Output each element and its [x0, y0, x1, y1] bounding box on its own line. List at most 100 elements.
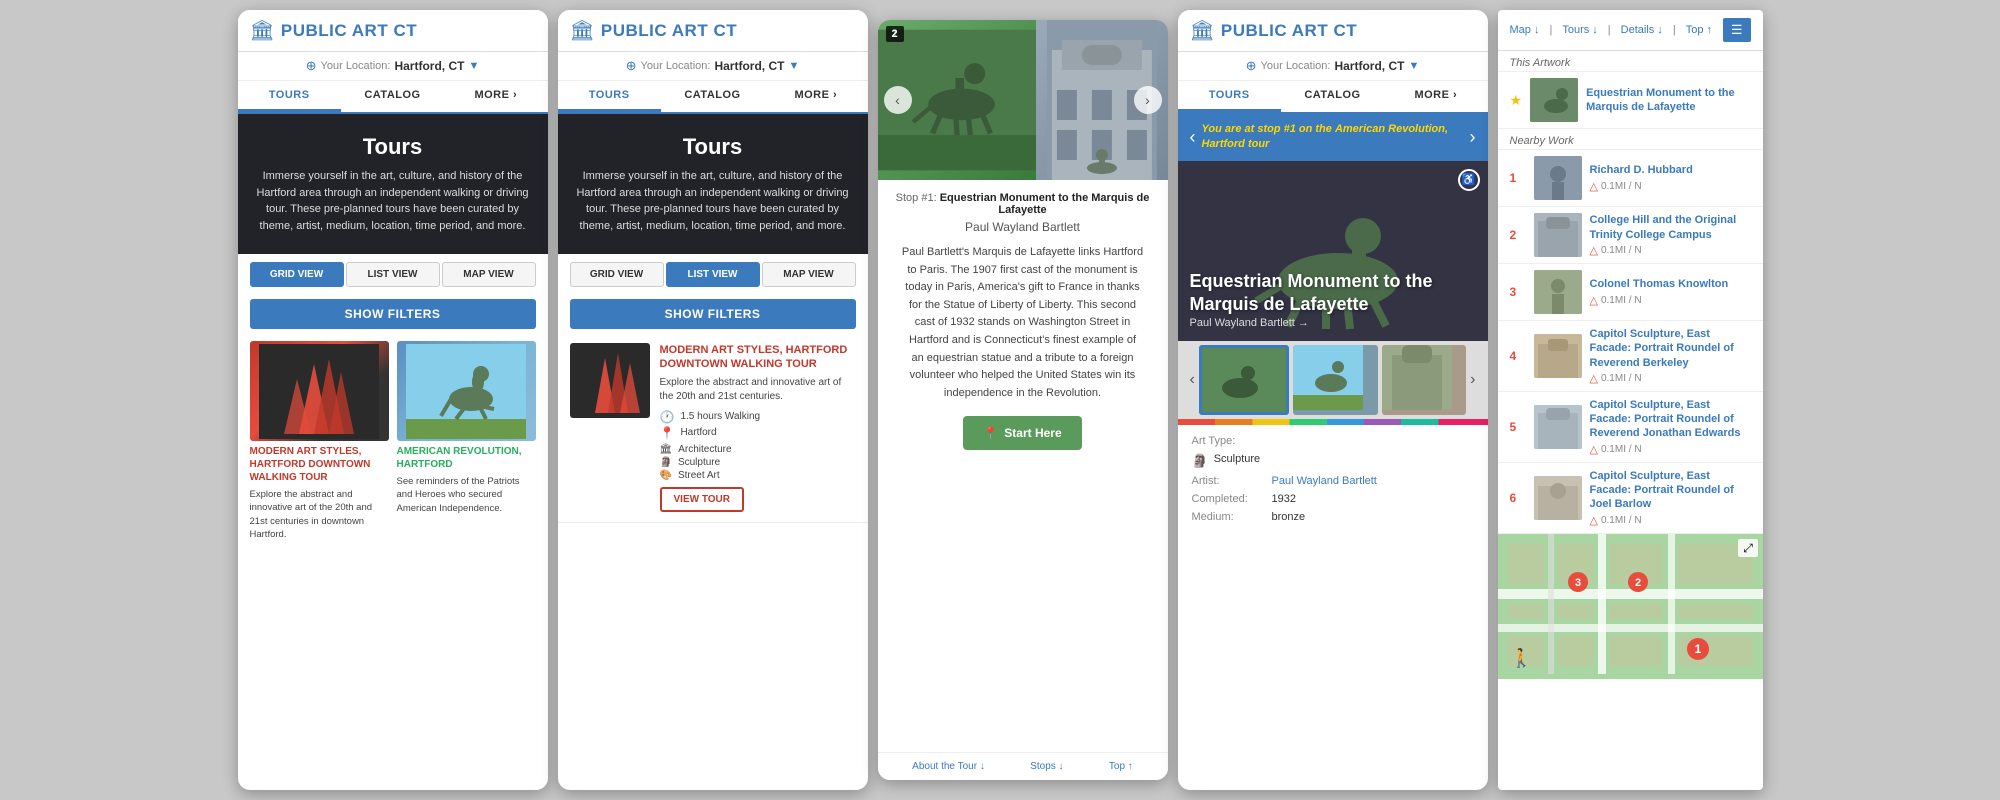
- app-logo-1: 🏛 PUBLIC ART CT: [250, 18, 418, 43]
- nav-more-4[interactable]: MORE ›: [1384, 81, 1487, 112]
- start-here-btn[interactable]: 📍 Start Here: [963, 416, 1081, 450]
- nearby-thumb-6: [1534, 476, 1582, 520]
- tour-banner-4: ‹ You are at stop #1 on the American Rev…: [1178, 114, 1488, 161]
- stop-content-scroll[interactable]: Stop #1: Equestrian Monument to the Marq…: [878, 180, 1168, 752]
- nearby-item-5[interactable]: 5 Capitol Sculpture, East Facade: Portra…: [1498, 392, 1763, 463]
- nearby-num-6: 6: [1510, 491, 1526, 505]
- tours-hero-desc-2: Immerse yourself in the art, culture, an…: [574, 168, 852, 234]
- thumb-next-btn[interactable]: ›: [1466, 371, 1479, 389]
- svg-text:⤢: ⤢: [1742, 541, 1753, 555]
- nearby-item-4[interactable]: 4 Capitol Sculpture, East Facade: Portra…: [1498, 321, 1763, 392]
- nav-catalog-2[interactable]: CATALOG: [661, 81, 764, 112]
- nearby-work-list[interactable]: 1 Richard D. Hubbard △ 0.1MI / N 2: [1498, 150, 1763, 790]
- logo-text-4: PUBLIC ART CT: [1221, 21, 1357, 41]
- panel-top-link[interactable]: Top ↑: [1686, 24, 1712, 36]
- stops-link[interactable]: Stops ↓: [1030, 761, 1063, 772]
- tours-hero-title-2: Tours: [574, 134, 852, 160]
- nearby-item-2[interactable]: 2 College Hill and the Original Trinity …: [1498, 207, 1763, 264]
- stop-nav-next[interactable]: ›: [1134, 86, 1162, 114]
- stop-bottom-nav: About the Tour ↓ Stops ↓ Top ↑: [878, 752, 1168, 780]
- completed-label: Completed:: [1192, 493, 1272, 505]
- nearby-item-6[interactable]: 6 Capitol Sculpture, East Facade: Portra…: [1498, 463, 1763, 534]
- medium-value: bronze: [1272, 511, 1306, 523]
- tour-card-2[interactable]: AMERICAN REVOLUTION, HARTFORD See remind…: [397, 341, 536, 541]
- nearby-title-6[interactable]: Capitol Sculpture, East Facade: Portrait…: [1590, 469, 1751, 512]
- list-tour-item-1[interactable]: MODERN ART STYLES, HARTFORD DOWNTOWN WAL…: [558, 333, 868, 523]
- nearby-info-4: Capitol Sculpture, East Facade: Portrait…: [1590, 327, 1751, 385]
- filter-btn-1[interactable]: SHOW FILTERS: [250, 299, 536, 329]
- nearby-title-1[interactable]: Richard D. Hubbard: [1590, 163, 1751, 177]
- tour-card-1[interactable]: MODERN ART STYLES, HARTFORD DOWNTOWN WAL…: [250, 341, 389, 541]
- panel-tours-link[interactable]: Tours ↓: [1562, 24, 1597, 36]
- art-type-label: Art Type:: [1192, 435, 1272, 447]
- dist-icon-1: △: [1590, 180, 1598, 193]
- category-streetart: 🎨 Street Art: [660, 470, 856, 481]
- thumb-prev-btn[interactable]: ‹: [1186, 371, 1199, 389]
- list-view-btn-2[interactable]: LIST VIEW: [666, 262, 760, 287]
- location-arrow-4[interactable]: ▼: [1408, 60, 1419, 72]
- tour-card-desc-1: Explore the abstract and innovative art …: [250, 488, 389, 541]
- list-view-btn-1[interactable]: LIST VIEW: [346, 262, 440, 287]
- panel-menu-btn[interactable]: ☰: [1723, 18, 1751, 42]
- logo-icon-2: 🏛: [570, 18, 595, 43]
- nearby-title-5[interactable]: Capitol Sculpture, East Facade: Portrait…: [1590, 398, 1751, 441]
- artwork-detail-artist: Paul Wayland Bartlett →: [1190, 317, 1476, 329]
- tour-banner-next[interactable]: ›: [1470, 127, 1476, 148]
- logo-icon-1: 🏛: [250, 18, 275, 43]
- location-bar-4[interactable]: ⊕ Your Location: Hartford, CT ▼: [1178, 52, 1488, 81]
- svg-text:1: 1: [1694, 642, 1701, 656]
- nav-tours-4[interactable]: TOURS: [1178, 81, 1281, 112]
- nearby-item-3[interactable]: 3 Colonel Thomas Knowlton △ 0.1MI / N: [1498, 264, 1763, 321]
- grid-view-btn-2[interactable]: GRID VIEW: [570, 262, 664, 287]
- nearby-title-2[interactable]: College Hill and the Original Trinity Co…: [1590, 213, 1751, 242]
- clock-icon: 🕐: [660, 410, 675, 424]
- thumb-3[interactable]: [1382, 345, 1466, 415]
- nav-catalog-4[interactable]: CATALOG: [1281, 81, 1384, 112]
- nearby-info-6: Capitol Sculpture, East Facade: Portrait…: [1590, 469, 1751, 527]
- nav-tours-2[interactable]: TOURS: [558, 81, 661, 112]
- nearby-svg-2: [1534, 213, 1582, 257]
- map-view-btn-1[interactable]: MAP VIEW: [442, 262, 536, 287]
- nearby-thumb-1: [1534, 156, 1582, 200]
- nearby-title-3[interactable]: Colonel Thomas Knowlton: [1590, 277, 1751, 291]
- list-thumb-svg-1: [570, 343, 650, 418]
- tour-banner-prev[interactable]: ‹: [1190, 127, 1196, 148]
- thumb-1[interactable]: [1199, 345, 1289, 415]
- about-tour-link[interactable]: About the Tour ↓: [912, 761, 985, 772]
- panel-map-link[interactable]: Map ↓: [1510, 24, 1540, 36]
- location-arrow-2[interactable]: ▼: [788, 60, 799, 72]
- nav-more-1[interactable]: MORE ›: [444, 81, 547, 112]
- thumb-2[interactable]: [1293, 345, 1377, 415]
- tour-card-desc-2: See reminders of the Patriots and Heroes…: [397, 475, 536, 515]
- featured-artwork-item[interactable]: ★ Equestrian Monument to the Marquis de …: [1498, 72, 1763, 129]
- tour-card-title-2: AMERICAN REVOLUTION, HARTFORD: [397, 445, 536, 471]
- view-tour-btn-1[interactable]: VIEW TOUR: [660, 487, 744, 512]
- stop-content: Stop #1: Equestrian Monument to the Marq…: [878, 180, 1168, 462]
- stop-nav-prev[interactable]: ‹: [884, 86, 912, 114]
- nearby-item-1[interactable]: 1 Richard D. Hubbard △ 0.1MI / N: [1498, 150, 1763, 207]
- list-tour-info-1: MODERN ART STYLES, HARTFORD DOWNTOWN WAL…: [660, 343, 856, 512]
- nearby-num-4: 4: [1510, 349, 1526, 363]
- mini-map[interactable]: 1 2 3 🚶 ⤢: [1498, 534, 1763, 679]
- grid-view-btn-1[interactable]: GRID VIEW: [250, 262, 344, 287]
- nearby-num-1: 1: [1510, 171, 1526, 185]
- logo-icon-4: 🏛: [1190, 18, 1215, 43]
- panel-details-link[interactable]: Details ↓: [1621, 24, 1663, 36]
- nearby-title-4[interactable]: Capitol Sculpture, East Facade: Portrait…: [1590, 327, 1751, 370]
- nav-tours-1[interactable]: TOURS: [238, 81, 341, 112]
- location-bar-1[interactable]: ⊕ Your Location: Hartford, CT ▼: [238, 52, 548, 81]
- location-bar-2[interactable]: ⊕ Your Location: Hartford, CT ▼: [558, 52, 868, 81]
- nav-more-2[interactable]: MORE ›: [764, 81, 867, 112]
- artist-meta-value[interactable]: Paul Wayland Bartlett: [1272, 475, 1377, 487]
- filter-btn-2[interactable]: SHOW FILTERS: [570, 299, 856, 329]
- nearby-info-3: Colonel Thomas Knowlton △ 0.1MI / N: [1590, 277, 1751, 306]
- map-view-btn-2[interactable]: MAP VIEW: [762, 262, 856, 287]
- nearby-svg-3: [1534, 270, 1582, 314]
- nearby-work-title: Nearby Work: [1498, 129, 1763, 150]
- nav-catalog-1[interactable]: CATALOG: [341, 81, 444, 112]
- artwork-detail-hero: Equestrian Monument to theMarquis de Laf…: [1178, 161, 1488, 341]
- location-arrow-1[interactable]: ▼: [468, 60, 479, 72]
- panel-nav-links: Map ↓ | Tours ↓ | Details ↓ | Top ↑: [1510, 24, 1713, 36]
- featured-title[interactable]: Equestrian Monument to the Marquis de La…: [1586, 86, 1750, 115]
- top-link[interactable]: Top ↑: [1109, 761, 1133, 772]
